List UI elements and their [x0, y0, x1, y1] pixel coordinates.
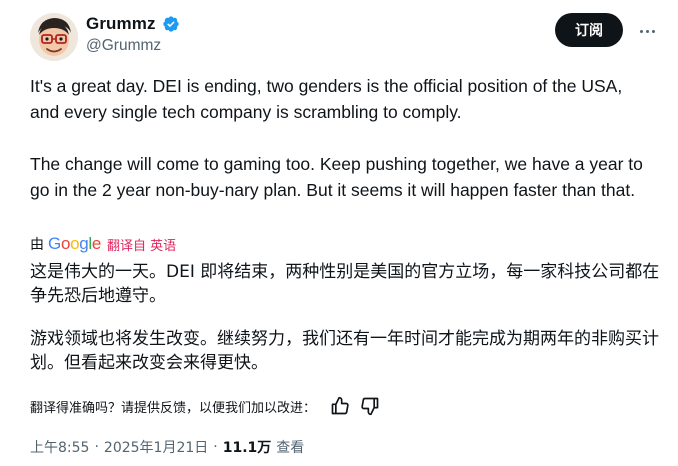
post-time[interactable]: 上午8:55 — [30, 437, 89, 457]
more-icon[interactable] — [634, 18, 660, 44]
avatar[interactable] — [30, 13, 78, 61]
separator-dot: · — [94, 439, 99, 455]
translation-by-label: 由 — [30, 237, 44, 253]
translated-from-link[interactable]: 翻译自 英语 — [107, 235, 176, 254]
post-text-paragraph: The change will come to gaming too. Keep… — [30, 154, 643, 200]
translation-attribution: 由 Google 翻译自 英语 — [30, 234, 176, 254]
feedback-prompt: 翻译得准确吗？请提供反馈，以便我们加以改进： — [30, 400, 317, 416]
tweet: Grummz @Grummz 订阅 It's a great day. DEI … — [0, 0, 678, 466]
post-text-paragraph: It's a great day. DEI is ending, two gen… — [30, 76, 623, 122]
translated-text-paragraph: 游戏领域也将发生改变。继续努力，我们还有一年时间才能完成为期两年的非购买计划。但… — [30, 329, 659, 373]
subscribe-button[interactable]: 订阅 — [555, 13, 623, 47]
thumbs-up-icon[interactable] — [330, 396, 350, 416]
cartoon-avatar-icon — [30, 13, 78, 61]
author-name-row: Grummz — [86, 14, 180, 34]
thumbs-down-icon[interactable] — [360, 396, 380, 416]
google-logo-letter: o — [60, 234, 71, 253]
google-logo: Google — [48, 234, 101, 254]
author-handle[interactable]: @Grummz — [86, 37, 161, 55]
post-date[interactable]: 2025年1月21日 — [104, 437, 208, 457]
author-display-name[interactable]: Grummz — [86, 14, 156, 34]
views-label: 查看 — [276, 440, 305, 456]
google-logo-letter: e — [91, 234, 102, 253]
post-metadata: 上午8:55 · 2025年1月21日 · 11.1万 查看 — [30, 437, 304, 457]
views-count[interactable]: 11.1万 — [223, 437, 272, 457]
verified-badge-icon[interactable] — [162, 15, 180, 33]
translation-feedback: 翻译得准确吗？请提供反馈，以便我们加以改进： — [30, 396, 380, 416]
separator-dot: · — [213, 439, 218, 455]
google-logo-letter: o — [70, 234, 80, 253]
google-logo-letter: G — [48, 234, 61, 253]
translated-text-paragraph: 这是伟大的一天。DEI 即将结束，两种性别是美国的官方立场，每一家科技公司都在争… — [30, 262, 660, 306]
